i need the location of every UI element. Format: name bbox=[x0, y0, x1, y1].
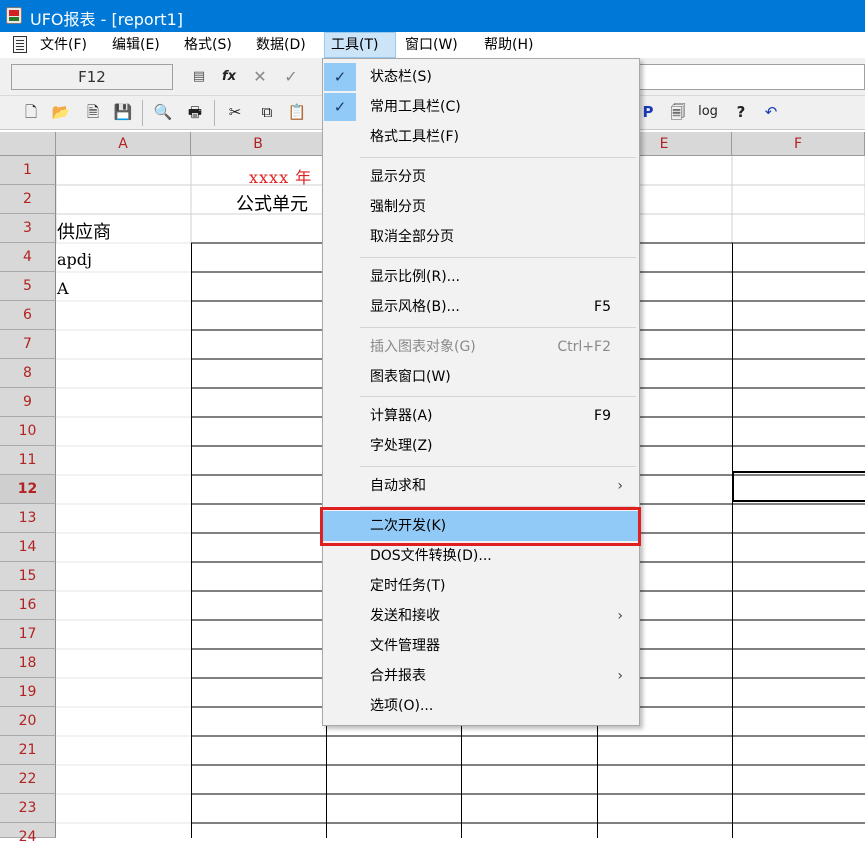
menu-item-7[interactable]: 显示比例(R)... bbox=[323, 262, 639, 292]
annotation-highlight-box bbox=[320, 507, 641, 546]
menu-separator bbox=[360, 327, 636, 328]
menu-separator bbox=[360, 257, 636, 258]
row-header-20[interactable]: 20 bbox=[0, 707, 56, 736]
menu-item-20[interactable]: 选项(O)... bbox=[323, 691, 639, 721]
menu-item-9: 插入图表对象(G) Ctrl+F2 bbox=[323, 332, 639, 362]
menu-item-label: 插入图表对象(G) bbox=[370, 339, 476, 355]
selected-cell-f12[interactable] bbox=[732, 471, 865, 502]
cell-a4[interactable]: apdj bbox=[57, 250, 92, 269]
menu-item-label: 强制分页 bbox=[370, 199, 426, 215]
menu-item-label: 显示风格(B)... bbox=[370, 299, 460, 315]
row-header-15[interactable]: 15 bbox=[0, 562, 56, 591]
menu-separator bbox=[360, 466, 636, 467]
menu-item-shortcut: F5 bbox=[594, 299, 611, 315]
menu-item-shortcut: F9 bbox=[594, 408, 611, 424]
check-icon: ✓ bbox=[324, 93, 356, 121]
row-header-11[interactable]: 11 bbox=[0, 446, 56, 475]
submenu-arrow-icon: › bbox=[617, 668, 623, 684]
submenu-arrow-icon: › bbox=[617, 478, 623, 494]
row-header-24[interactable]: 24 bbox=[0, 823, 56, 845]
menu-separator bbox=[360, 157, 636, 158]
menu-item-label: 图表窗口(W) bbox=[370, 369, 451, 385]
menu-item-13[interactable]: 自动求和 › bbox=[323, 471, 639, 501]
menu-item-label: 定时任务(T) bbox=[370, 578, 446, 594]
menu-item-4[interactable]: 显示分页 bbox=[323, 162, 639, 192]
menu-item-3[interactable]: 格式工具栏(F) bbox=[323, 122, 639, 152]
menu-item-label: 合并报表 bbox=[370, 668, 426, 684]
menu-item-label: 文件管理器 bbox=[370, 638, 440, 654]
submenu-arrow-icon: › bbox=[617, 608, 623, 624]
row-header-17[interactable]: 17 bbox=[0, 620, 56, 649]
menu-separator bbox=[360, 396, 636, 397]
menu-item-label: 状态栏(S) bbox=[370, 69, 432, 85]
menu-item-8[interactable]: 显示风格(B)... F5 bbox=[323, 292, 639, 322]
row-header-14[interactable]: 14 bbox=[0, 533, 56, 562]
cell-b2[interactable]: 公式单元 bbox=[236, 190, 308, 216]
row-header-23[interactable]: 23 bbox=[0, 794, 56, 823]
menu-item-shortcut: Ctrl+F2 bbox=[557, 339, 611, 355]
menu-item-18[interactable]: 文件管理器 bbox=[323, 631, 639, 661]
row-header-12[interactable]: 12 bbox=[0, 475, 56, 504]
row-header-6[interactable]: 6 bbox=[0, 301, 56, 330]
menu-item-label: 显示比例(R)... bbox=[370, 269, 461, 285]
cell-a5[interactable]: A bbox=[57, 279, 69, 298]
menu-item-label: 显示分页 bbox=[370, 169, 426, 185]
menu-item-6[interactable]: 取消全部分页 bbox=[323, 222, 639, 252]
menu-item-1[interactable]: ✓ 状态栏(S) bbox=[323, 62, 639, 92]
row-header-3[interactable]: 3 bbox=[0, 214, 56, 243]
menu-item-label: 常用工具栏(C) bbox=[370, 99, 461, 115]
menu-item-19[interactable]: 合并报表 › bbox=[323, 661, 639, 691]
menu-item-label: 选项(O)... bbox=[370, 698, 434, 714]
row-header-10[interactable]: 10 bbox=[0, 417, 56, 446]
row-header-5[interactable]: 5 bbox=[0, 272, 56, 301]
menu-item-label: 格式工具栏(F) bbox=[370, 129, 459, 145]
menu-item-2[interactable]: ✓ 常用工具栏(C) bbox=[323, 92, 639, 122]
row-header-22[interactable]: 22 bbox=[0, 765, 56, 794]
row-header-9[interactable]: 9 bbox=[0, 388, 56, 417]
row-header-18[interactable]: 18 bbox=[0, 649, 56, 678]
menu-item-label: 计算器(A) bbox=[370, 408, 433, 424]
row-header-19[interactable]: 19 bbox=[0, 678, 56, 707]
menu-item-10[interactable]: 图表窗口(W) bbox=[323, 362, 639, 392]
cell-b1[interactable]: xxxx 年 bbox=[249, 164, 312, 188]
menu-item-12[interactable]: 字处理(Z) bbox=[323, 431, 639, 461]
row-header-7[interactable]: 7 bbox=[0, 330, 56, 359]
menu-item-16[interactable]: 定时任务(T) bbox=[323, 571, 639, 601]
row-header-1[interactable]: 1 bbox=[0, 156, 56, 185]
row-header-16[interactable]: 16 bbox=[0, 591, 56, 620]
check-icon: ✓ bbox=[324, 63, 356, 91]
row-header-21[interactable]: 21 bbox=[0, 736, 56, 765]
row-header-8[interactable]: 8 bbox=[0, 359, 56, 388]
menu-item-5[interactable]: 强制分页 bbox=[323, 192, 639, 222]
row-header-4[interactable]: 4 bbox=[0, 243, 56, 272]
row-header-13[interactable]: 13 bbox=[0, 504, 56, 533]
cell-a3[interactable]: 供应商 bbox=[57, 218, 111, 244]
menu-item-17[interactable]: 发送和接收 › bbox=[323, 601, 639, 631]
row-header-2[interactable]: 2 bbox=[0, 185, 56, 214]
menu-item-label: 字处理(Z) bbox=[370, 438, 433, 454]
menu-item-11[interactable]: 计算器(A) F9 bbox=[323, 401, 639, 431]
menu-item-label: 自动求和 bbox=[370, 478, 426, 494]
menu-item-label: 发送和接收 bbox=[370, 608, 440, 624]
menu-item-label: 取消全部分页 bbox=[370, 229, 454, 245]
